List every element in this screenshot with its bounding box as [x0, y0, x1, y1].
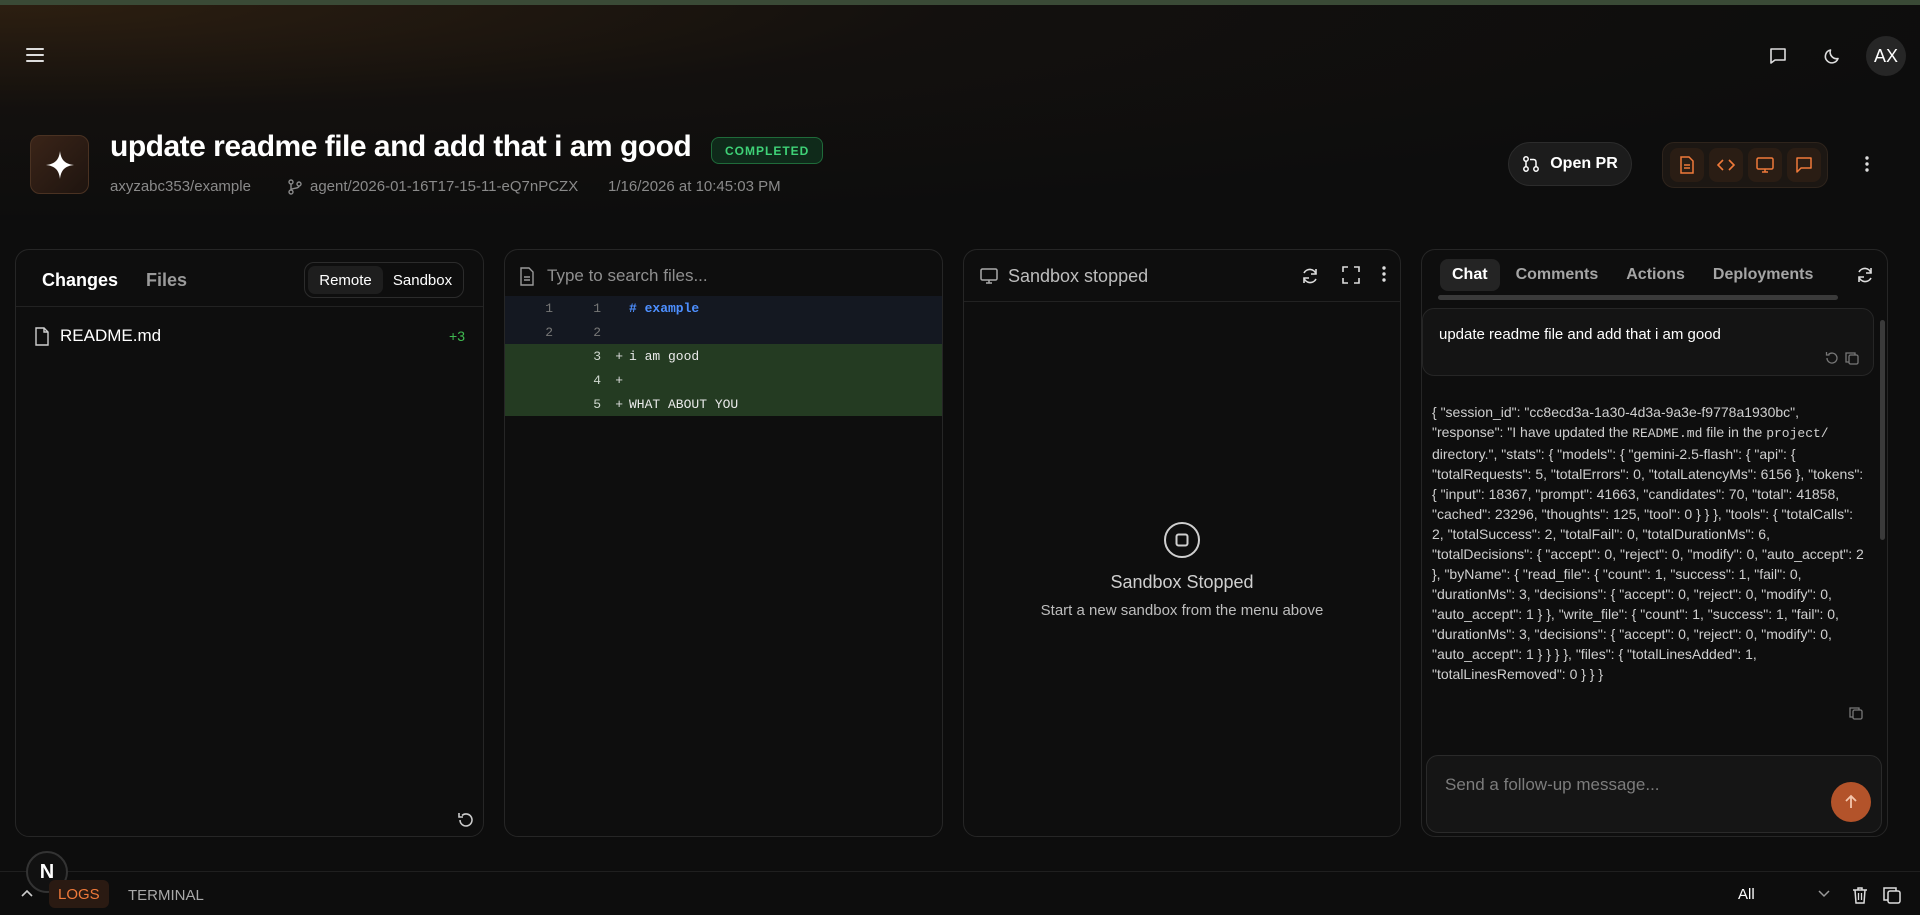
branch-icon: [288, 178, 302, 195]
new-line-number: 1: [593, 300, 601, 316]
reset-icon[interactable]: [456, 810, 476, 830]
copy-icon[interactable]: [1882, 885, 1902, 905]
toggle-remote[interactable]: Remote: [308, 266, 383, 294]
view-toggle-group: [1662, 142, 1828, 188]
diff-line: 22: [505, 320, 942, 344]
divider: [0, 871, 1920, 872]
copy-icon[interactable]: [1845, 351, 1859, 365]
changes-panel: Changes Files Remote Sandbox README.md +…: [15, 249, 484, 837]
fullscreen-icon[interactable]: [1342, 266, 1360, 286]
new-line-number: 2: [593, 324, 601, 340]
tab-actions[interactable]: Actions: [1614, 259, 1697, 291]
page-title: update readme file and add that i am goo…: [110, 130, 692, 163]
divider: [964, 301, 1400, 302]
refresh-icon[interactable]: [1854, 264, 1876, 286]
diff-panel: Type to search files... 1 1 # example 2 2 3 + i…: [504, 249, 943, 837]
diff-code: WHAT ABOUT YOU: [629, 396, 739, 412]
old-line-number: 1: [545, 300, 553, 316]
diff-line: 5 + WHAT ABOUT YOU: [505, 392, 942, 416]
trash-icon[interactable]: [1850, 885, 1870, 905]
open-pr-label: Open PR: [1550, 155, 1618, 172]
feedback-icon[interactable]: [1766, 44, 1790, 68]
toggle-sandbox[interactable]: Sandbox: [385, 266, 460, 294]
file-view-icon[interactable]: [1669, 148, 1704, 182]
branch-info[interactable]: agent/2026-01-16T17-15-11-eQ7nPCZX: [288, 178, 578, 195]
menu-icon[interactable]: [24, 44, 46, 66]
pull-request-icon: [1522, 155, 1540, 173]
inline-code: project/: [1766, 426, 1829, 441]
diff-marker: +: [615, 396, 623, 412]
file-search[interactable]: Type to search files...: [519, 260, 932, 292]
stop-circle-icon: [964, 520, 1400, 560]
diff-line: 4 +: [505, 368, 942, 392]
status-badge: COMPLETED: [711, 137, 824, 164]
repo-name[interactable]: axyzabc353/example: [110, 178, 251, 195]
new-line-number: 5: [593, 396, 601, 412]
assistant-response: { "session_id": "cc8ecd3a-1a30-4d3a-9a3e…: [1432, 402, 1868, 684]
new-line-number: 4: [593, 372, 601, 388]
diff-line: 1 1 # example: [505, 296, 942, 320]
tab-logs[interactable]: LOGS: [49, 880, 109, 908]
chat-panel: Chat Comments Actions Deployments update…: [1421, 249, 1888, 837]
additions-count: +3: [449, 328, 465, 344]
diff-line: 3 + i am good: [505, 344, 942, 368]
timestamp: 1/16/2026 at 10:45:03 PM: [608, 178, 781, 195]
tab-chat[interactable]: Chat: [1440, 259, 1500, 291]
file-icon: [34, 326, 50, 346]
diff-code: i am good: [629, 348, 700, 364]
theme-toggle-icon[interactable]: [1821, 44, 1845, 68]
tab-terminal[interactable]: TERMINAL: [128, 887, 204, 904]
response-text: directory.", "stats": { "models": { "gem…: [1432, 446, 1864, 682]
user-message: update readme file and add that i am goo…: [1422, 308, 1874, 376]
log-filter-value: All: [1738, 885, 1755, 903]
retry-icon[interactable]: [1825, 351, 1839, 365]
send-button[interactable]: [1831, 782, 1871, 822]
desktop-view-icon[interactable]: [1747, 148, 1782, 182]
monitor-icon: [980, 268, 998, 284]
diff-marker: +: [615, 372, 623, 388]
tab-deployments[interactable]: Deployments: [1701, 259, 1825, 291]
message-input[interactable]: Send a follow-up message...: [1426, 755, 1882, 833]
tab-changes[interactable]: Changes: [42, 270, 118, 291]
tab-files[interactable]: Files: [146, 270, 187, 291]
task-logo-icon: [30, 135, 89, 194]
more-options-icon[interactable]: [1857, 154, 1877, 174]
document-search-icon: [519, 266, 535, 286]
old-line-number: 2: [545, 324, 553, 340]
log-filter-select[interactable]: All: [1726, 878, 1836, 910]
empty-state-subtext: Start a new sandbox from the menu above: [1040, 602, 1324, 619]
search-input[interactable]: Type to search files...: [547, 266, 708, 286]
sandbox-panel: Sandbox stopped Sandbox Stopped Start a …: [963, 249, 1401, 837]
avatar[interactable]: AX: [1866, 36, 1906, 76]
arrow-up-icon: [1843, 794, 1859, 810]
copy-icon[interactable]: [1849, 706, 1863, 720]
diff-marker: +: [615, 348, 623, 364]
more-options-icon[interactable]: [1382, 266, 1386, 286]
empty-state-heading: Sandbox Stopped: [1110, 572, 1254, 592]
code-view-icon[interactable]: [1708, 148, 1743, 182]
tab-comments[interactable]: Comments: [1504, 259, 1611, 291]
source-toggle: Remote Sandbox: [304, 262, 464, 298]
new-line-number: 3: [593, 348, 601, 364]
refresh-icon[interactable]: [1300, 266, 1320, 286]
chevron-down-icon: [1818, 890, 1830, 898]
horizontal-scrollbar[interactable]: [1438, 295, 1838, 300]
list-item[interactable]: README.md +3: [34, 326, 465, 346]
user-message-text: update readme file and add that i am goo…: [1439, 326, 1721, 343]
diff-view: 1 1 # example 2 2 3 + i am good 4 +5 + WHAT ABOUT Y…: [505, 296, 942, 416]
chevron-up-icon[interactable]: [20, 886, 34, 900]
sandbox-empty-state: Sandbox Stopped Start a new sandbox from…: [964, 520, 1400, 619]
sandbox-status: Sandbox stopped: [1008, 265, 1149, 286]
diff-code: # example: [629, 300, 700, 316]
vertical-scrollbar[interactable]: [1880, 320, 1885, 540]
inline-code: README.md: [1632, 426, 1703, 441]
chat-view-icon[interactable]: [1786, 148, 1821, 182]
file-name: README.md: [60, 326, 162, 345]
response-text: file in the: [1702, 424, 1767, 440]
branch-name: agent/2026-01-16T17-15-11-eQ7nPCZX: [310, 178, 579, 195]
divider: [16, 306, 483, 307]
open-pr-button[interactable]: Open PR: [1508, 142, 1632, 186]
message-input-placeholder: Send a follow-up message...: [1445, 775, 1660, 794]
